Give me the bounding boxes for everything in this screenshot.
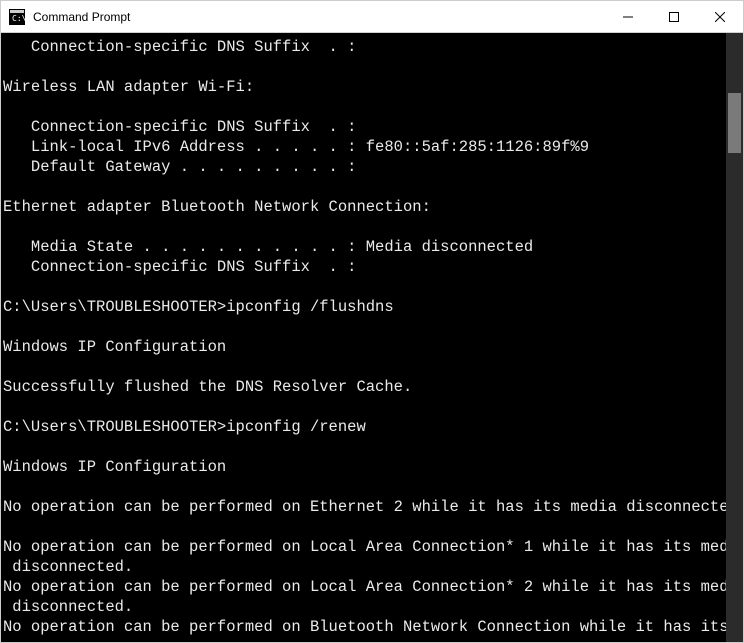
terminal-area: Connection-specific DNS Suffix . : Wirel…	[1, 33, 743, 642]
svg-text:C:\: C:\	[12, 14, 25, 23]
scrollbar[interactable]	[726, 33, 743, 642]
titlebar: C:\ Command Prompt	[1, 1, 743, 33]
window-title: Command Prompt	[33, 10, 605, 24]
app-icon: C:\	[9, 9, 25, 25]
scroll-thumb[interactable]	[728, 93, 741, 153]
maximize-button[interactable]	[651, 1, 697, 32]
window-controls	[605, 1, 743, 32]
close-button[interactable]	[697, 1, 743, 32]
minimize-button[interactable]	[605, 1, 651, 32]
terminal-output[interactable]: Connection-specific DNS Suffix . : Wirel…	[1, 33, 726, 642]
